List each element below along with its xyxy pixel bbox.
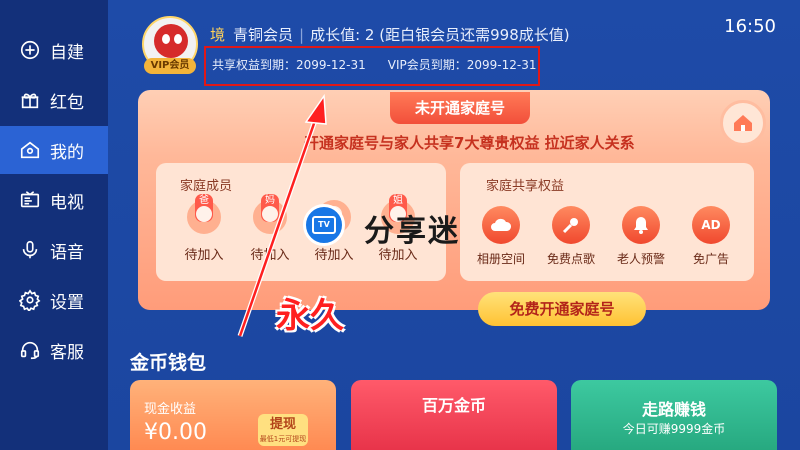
realm-badge: 境 [210, 26, 226, 44]
walk-note: 今日可赚9999金币 [622, 422, 726, 436]
family-description: 开通家庭号与家人共享7大尊贵权益 拉近家人关系 [304, 134, 635, 152]
person-icon: 爸爸 [185, 194, 223, 236]
perk-elder-alert[interactable]: 老人预警 [606, 206, 676, 267]
house-icon [720, 100, 766, 146]
tv-logo-icon: TV [303, 204, 345, 246]
user-status-line: 境青铜会员 | 成长值: 2 (距白银会员还需998成长值) [210, 26, 570, 44]
microphone-icon [552, 206, 590, 244]
spiderman-avatar-icon [154, 24, 188, 58]
perk-karaoke[interactable]: 免费点歌 [536, 206, 606, 267]
gift-icon [18, 88, 42, 112]
family-members-title: 家庭成员 [180, 179, 233, 194]
member-tier: 青铜会员 [233, 26, 294, 44]
cloud-icon [482, 206, 520, 244]
bell-icon [622, 206, 660, 244]
family-perks-title: 家庭共享权益 [486, 179, 565, 194]
tv-icon [18, 188, 42, 212]
sidebar: 自建 红包 我的 电视 语音 设置 客服 [0, 0, 108, 450]
family-status-tab: 未开通家庭号 [390, 92, 530, 124]
sidebar-item-settings[interactable]: 设置 [0, 276, 108, 324]
withdraw-button[interactable]: 提现 最低1元可提现 [258, 414, 308, 446]
gear-icon [18, 288, 42, 312]
vip-expiry: VIP会员到期：2099-12-31 [387, 58, 537, 72]
walk-earn-card[interactable]: 走路赚钱 今日可赚9999金币 [571, 380, 777, 450]
perk-no-ads[interactable]: AD 免广告 [676, 206, 746, 267]
vip-badge: VIP会员 [144, 58, 196, 74]
home-user-icon [18, 138, 42, 162]
growth-note: (距白银会员还需998成长值) [379, 26, 570, 44]
member-slot[interactable]: 妈妈 待加入 [240, 194, 300, 263]
member-slot[interactable]: 爸爸 待加入 [174, 194, 234, 263]
sidebar-item-redpacket[interactable]: 红包 [0, 76, 108, 124]
person-icon: 妈妈 [251, 194, 289, 236]
million-label: 百万金币 [421, 396, 486, 415]
sidebar-item-label: 自建 [50, 42, 84, 63]
sidebar-item-label: 语音 [50, 242, 84, 263]
annotation-label: 永久 [276, 296, 344, 336]
expiry-highlight-box: 共享权益到期：2099-12-31 VIP会员到期：2099-12-31 [204, 46, 540, 86]
headset-icon [18, 338, 42, 362]
walk-label: 走路赚钱 [641, 400, 706, 419]
share-expiry: 共享权益到期：2099-12-31 [212, 58, 366, 72]
sidebar-item-create[interactable]: 自建 [0, 26, 108, 74]
million-coins-card[interactable]: 百万金币 [351, 380, 557, 450]
plus-circle-icon [18, 38, 42, 62]
sidebar-item-label: 客服 [50, 342, 84, 363]
sidebar-item-service[interactable]: 客服 [0, 326, 108, 374]
sidebar-item-voice[interactable]: 语音 [0, 226, 108, 274]
perk-album[interactable]: 相册空间 [466, 206, 536, 267]
watermark-text: 分享迷 [364, 214, 460, 249]
sidebar-item-label: 我的 [50, 142, 84, 163]
microphone-icon [18, 238, 42, 262]
open-family-button[interactable]: 免费开通家庭号 [478, 292, 646, 326]
no-ads-icon: AD [692, 206, 730, 244]
cash-card[interactable]: 现金收益 ¥0.00 提现 最低1元可提现 [130, 380, 336, 450]
sidebar-item-mine[interactable]: 我的 [0, 126, 108, 174]
sidebar-item-label: 电视 [50, 192, 84, 213]
wallet-title: 金币钱包 [130, 352, 207, 374]
sidebar-item-label: 红包 [50, 92, 84, 113]
sidebar-item-tv[interactable]: 电视 [0, 176, 108, 224]
cash-label: 现金收益 [144, 402, 197, 417]
clock: 16:50 [724, 16, 776, 37]
growth-value: 成长值: 2 [310, 26, 375, 44]
sidebar-item-label: 设置 [50, 292, 84, 313]
cash-amount: ¥0.00 [144, 420, 207, 445]
